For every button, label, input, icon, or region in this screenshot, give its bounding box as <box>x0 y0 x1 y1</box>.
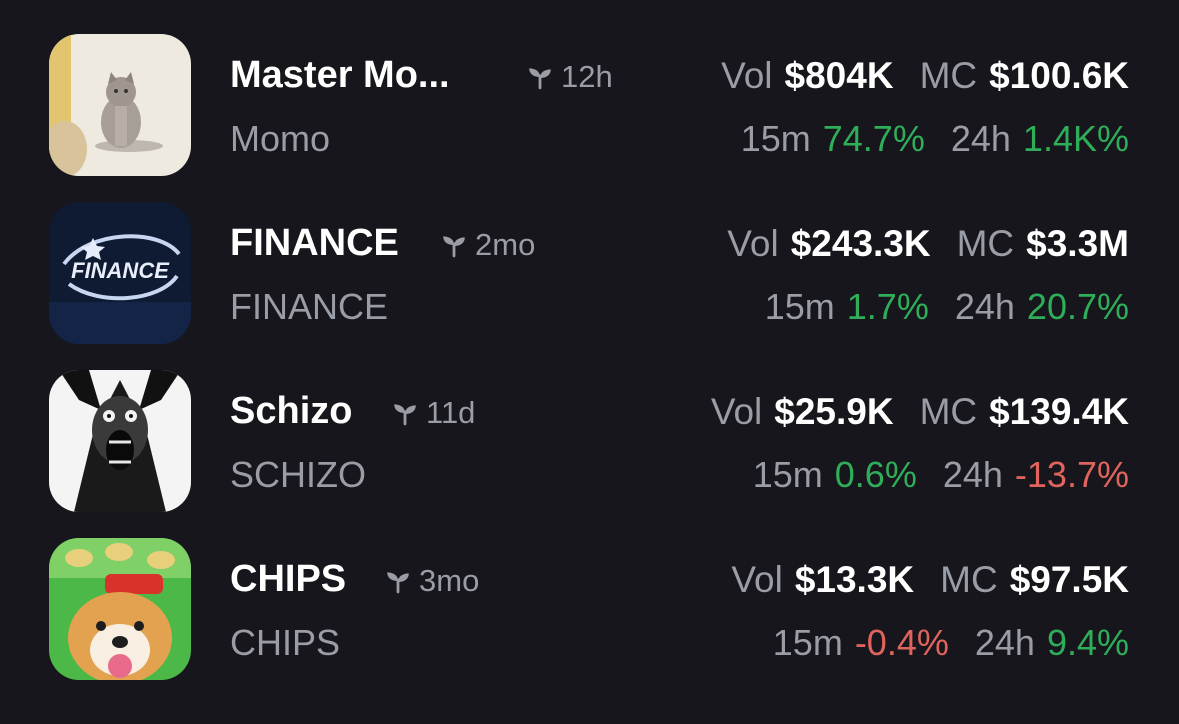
mc-label: MC <box>919 55 978 96</box>
token-change-line: 15m 0.6% 24h -13.7% <box>753 454 1129 496</box>
change-24h-label: 24h <box>942 454 1003 495</box>
token-stats-line: Vol $13.3K MC $97.5K <box>731 559 1129 601</box>
mc-value: $100.6K <box>989 55 1129 96</box>
token-row[interactable]: Master Mo... 12h Vol $804K MC $100.6K Mo… <box>0 34 1179 202</box>
change-15m-label: 15m <box>764 286 835 327</box>
change-24h-label: 24h <box>974 622 1035 663</box>
token-name: CHIPS <box>230 558 347 600</box>
token-avatar <box>49 538 191 680</box>
token-ticker: SCHIZO <box>230 454 367 495</box>
token-ticker: CHIPS <box>230 622 341 663</box>
sprout-icon <box>443 236 465 258</box>
token-change-line: 15m -0.4% 24h 9.4% <box>773 622 1129 664</box>
change-15m-value: 74.7% <box>822 118 925 159</box>
token-row[interactable]: CHIPS 3mo Vol $13.3K MC $97.5K CHIPS 15m… <box>0 538 1179 706</box>
vol-value: $13.3K <box>794 559 915 600</box>
change-24h-value: 9.4% <box>1046 622 1129 663</box>
mc-label: MC <box>956 223 1015 264</box>
sprout-icon <box>394 404 416 426</box>
token-name: FINANCE <box>230 222 399 264</box>
token-row[interactable]: Schizo 11d Vol $25.9K MC $139.4K SCHIZO … <box>0 370 1179 538</box>
token-row[interactable]: FINANCE FINANCE 2mo Vol $243.3K MC $3.3M… <box>0 202 1179 370</box>
mc-label: MC <box>940 559 998 600</box>
token-avatar <box>49 370 191 512</box>
mc-value: $3.3M <box>1026 223 1129 264</box>
change-15m-label: 15m <box>740 118 811 159</box>
token-ticker: Momo <box>230 118 331 159</box>
change-24h-value: -13.7% <box>1014 454 1129 495</box>
change-15m-value: 1.7% <box>846 286 929 327</box>
token-ticker: FINANCE <box>230 286 389 327</box>
mc-label: MC <box>919 391 978 432</box>
token-change-line: 15m 1.7% 24h 20.7% <box>765 286 1129 328</box>
mc-value: $97.5K <box>1009 559 1129 600</box>
token-age: 3mo <box>385 563 479 599</box>
sprout-icon <box>529 68 551 90</box>
cat-avatar-image <box>49 34 191 176</box>
vol-value: $25.9K <box>774 391 894 432</box>
change-24h-value: 20.7% <box>1026 286 1129 327</box>
token-change-line: 15m 74.7% 24h 1.4K% <box>741 118 1129 160</box>
schizo-avatar-image <box>49 370 191 512</box>
vol-value: $804K <box>784 55 894 96</box>
chips-avatar-image <box>49 538 191 680</box>
change-15m-label: 15m <box>772 622 843 663</box>
vol-label: Vol <box>727 223 779 264</box>
vol-label: Vol <box>710 391 763 432</box>
finance-avatar-image: FINANCE <box>49 202 191 344</box>
token-stats-line: Vol $25.9K MC $139.4K <box>711 391 1129 433</box>
token-name: Schizo <box>230 390 353 432</box>
token-name: Master Mo... <box>230 54 450 96</box>
change-15m-value: 0.6% <box>834 454 917 495</box>
token-age-label: 11d <box>426 395 476 430</box>
change-24h-label: 24h <box>950 118 1011 159</box>
mc-value: $139.4K <box>989 391 1129 432</box>
token-avatar: FINANCE <box>49 202 191 344</box>
change-15m-label: 15m <box>752 454 823 495</box>
change-24h-value: 1.4K% <box>1022 118 1129 159</box>
change-15m-value: -0.4% <box>854 622 949 663</box>
finance-logo-text: FINANCE <box>71 258 170 283</box>
vol-label: Vol <box>721 55 773 96</box>
token-list: Master Mo... 12h Vol $804K MC $100.6K Mo… <box>0 0 1179 724</box>
token-age: 11d <box>392 395 475 431</box>
token-age-label: 3mo <box>419 563 480 598</box>
token-age-label: 12h <box>561 59 613 94</box>
vol-label: Vol <box>731 559 783 600</box>
token-age-label: 2mo <box>475 227 536 262</box>
token-stats-line: Vol $243.3K MC $3.3M <box>727 223 1129 265</box>
change-24h-label: 24h <box>954 286 1015 327</box>
token-stats-line: Vol $804K MC $100.6K <box>721 55 1129 97</box>
token-age: 12h <box>527 59 613 95</box>
sprout-icon <box>387 572 409 594</box>
token-avatar <box>49 34 191 176</box>
vol-value: $243.3K <box>790 223 931 264</box>
token-age: 2mo <box>441 227 535 263</box>
